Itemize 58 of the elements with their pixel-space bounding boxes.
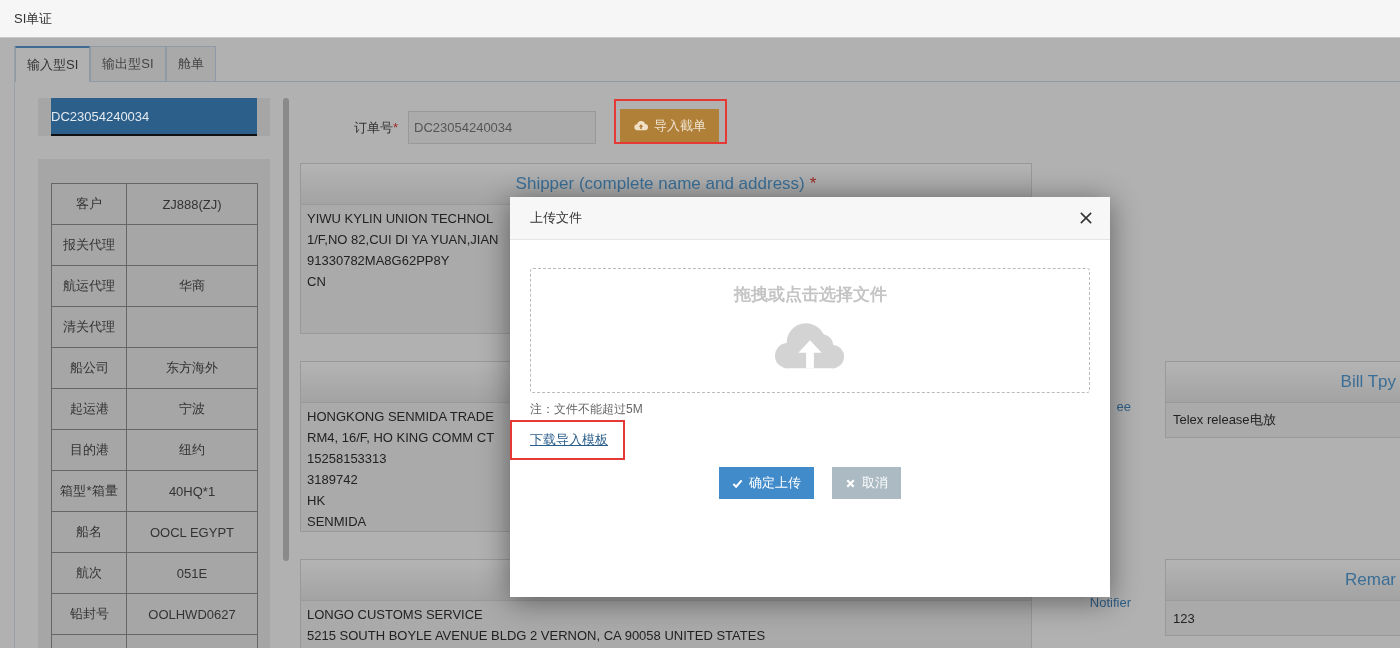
address-line: SENMIDA xyxy=(307,513,367,531)
section-title: Shipper (complete name and address) xyxy=(515,174,805,194)
upload-icon xyxy=(775,320,845,370)
check-icon xyxy=(732,477,743,489)
page-title: SI单证 xyxy=(14,9,53,28)
tab[interactable]: 舱单 xyxy=(165,46,216,81)
address-line: 3189742 xyxy=(307,471,358,489)
table-cell: ZJ888(ZJ) xyxy=(126,183,258,225)
table-cell: 起运港 xyxy=(51,388,127,430)
table-cell: 东方海外 xyxy=(126,347,258,389)
field-label: Notifier xyxy=(1089,595,1131,610)
field-label: 订单号 xyxy=(353,119,393,137)
table-cell: 客户 xyxy=(51,183,127,225)
required-mark: * xyxy=(392,120,398,135)
section-title: Remar xyxy=(1345,570,1396,590)
download-template-link[interactable]: 下载导入模板 xyxy=(530,431,608,449)
address-line: 91330782MA8G62PP8Y xyxy=(307,252,450,270)
dialog-title: 上传文件 xyxy=(530,209,582,227)
table-cell: OOCL EGYPT xyxy=(126,511,258,553)
close-icon[interactable] xyxy=(1080,212,1092,224)
field-value: Telex release电放 xyxy=(1173,411,1276,429)
table-cell: 051E xyxy=(126,552,258,594)
confirm-upload-button[interactable]: 确定上传 xyxy=(719,467,814,499)
address-line: 5215 SOUTH BOYLE AVENUE BLDG 2 VERNON, CA 90058 UNITED STATES xyxy=(307,627,766,645)
required-mark: * xyxy=(809,174,817,194)
size-note: 注：文件不能超过5M xyxy=(530,401,644,418)
upload-icon xyxy=(633,120,648,131)
address-line: HONGKONG SENMIDA TRADE xyxy=(307,408,494,426)
table-cell: 宁波 xyxy=(126,388,258,430)
table-cell: 箱型*箱量 xyxy=(51,470,127,512)
table-cell: 航运代理 xyxy=(51,265,127,307)
table-cell: 船公司 xyxy=(51,347,127,389)
address-line: HK xyxy=(307,492,326,510)
section-title: Bill Tpy xyxy=(1340,372,1396,392)
close-icon xyxy=(845,477,856,489)
address-line: 1/F,NO 82,CUI DI YA YUAN,JIAN xyxy=(307,231,499,249)
table-cell: 华商 xyxy=(126,265,258,307)
scrollbar[interactable] xyxy=(283,98,289,561)
address-line: LONGO CUSTOMS SERVICE xyxy=(307,606,483,624)
address-line: RM4, 16/F, HO KING COMM CT xyxy=(307,429,495,447)
import-button[interactable]: 导入截单 xyxy=(620,109,719,142)
tab[interactable]: 输出型SI xyxy=(90,46,166,81)
order-item[interactable]: DC23054240034 xyxy=(51,98,257,136)
table-cell: 报关代理 xyxy=(51,224,127,266)
tab[interactable]: 输入型SI xyxy=(15,46,91,82)
table-cell: 铅封号 xyxy=(51,593,127,635)
table-cell: OOLHWD0627 xyxy=(126,593,258,635)
table-cell: 航次 xyxy=(51,552,127,594)
address-line: YIWU KYLIN UNION TECHNOL xyxy=(307,210,494,228)
address-line: CN xyxy=(307,273,326,291)
address-line: 15258153313 xyxy=(307,450,387,468)
table-cell: 40HQ*1 xyxy=(126,470,258,512)
table-cell: 目的港 xyxy=(51,429,127,471)
field-value: 123 xyxy=(1173,610,1195,626)
field-label: ee xyxy=(1116,399,1131,414)
table-cell: 纽约 xyxy=(126,429,258,471)
table-cell: 清关代理 xyxy=(51,306,127,348)
table-cell: 船名 xyxy=(51,511,127,553)
